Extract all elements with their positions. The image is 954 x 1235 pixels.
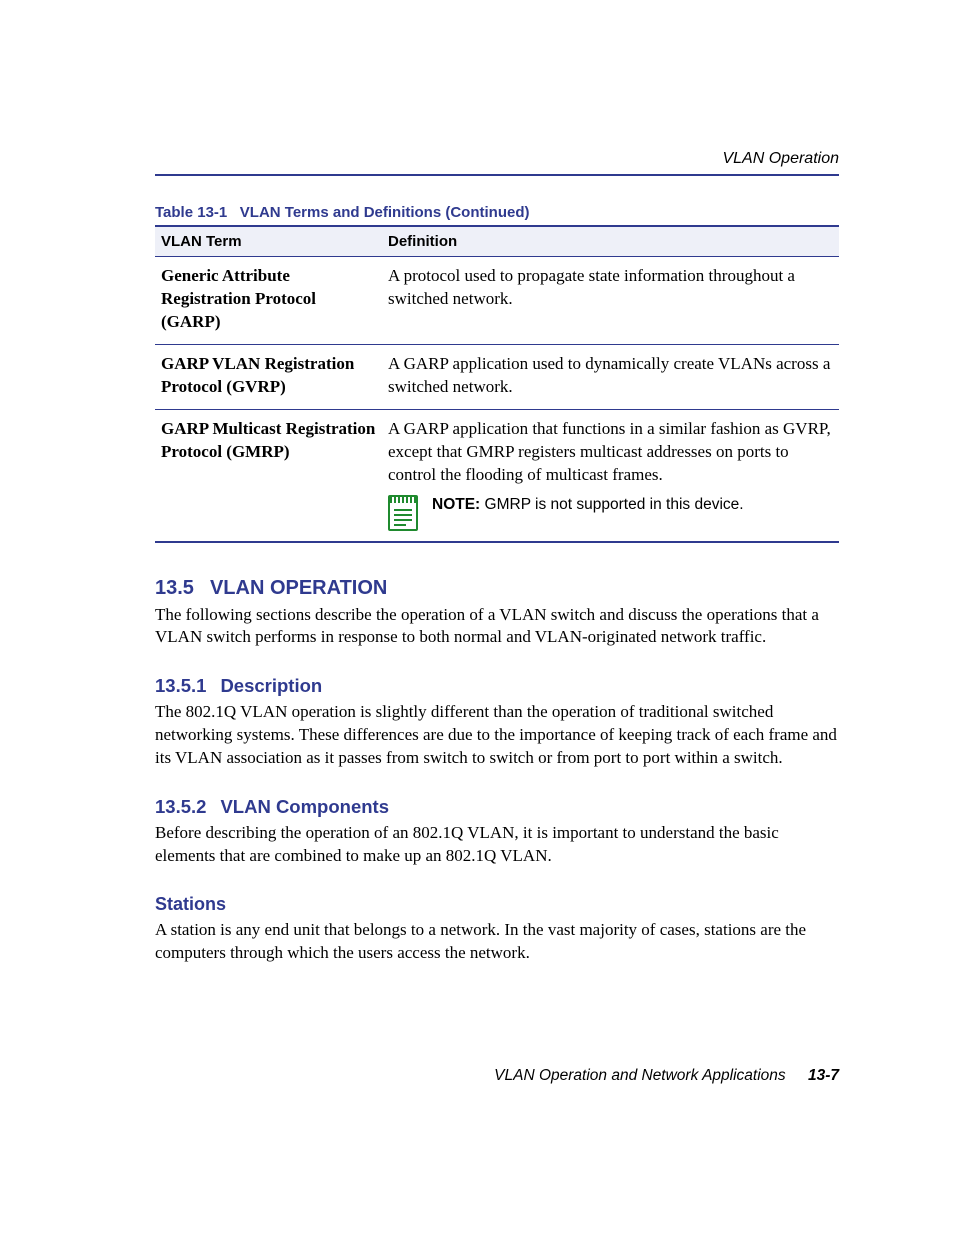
section-number: 13.5.1 — [155, 675, 206, 696]
header-rule — [155, 174, 839, 176]
section-title: VLAN Components — [220, 796, 389, 817]
note-body: GMRP is not supported in this device. — [485, 496, 744, 513]
section-heading-stations: Stations — [155, 894, 839, 915]
footer-text: VLAN Operation and Network Applications — [494, 1067, 786, 1084]
note-label: NOTE: — [432, 496, 480, 513]
table-row: Generic Attribute Registration Protocol … — [155, 257, 839, 345]
definition-cell: A GARP application used to dynamically c… — [382, 344, 839, 409]
section-para: A station is any end unit that belongs t… — [155, 919, 839, 965]
table-caption-title: VLAN Terms and Definitions (Continued) — [240, 204, 530, 221]
term-cell: GARP VLAN Registration Protocol (GVRP) — [155, 344, 382, 409]
term-cell: Generic Attribute Registration Protocol … — [155, 257, 382, 345]
page-number: 13-7 — [808, 1067, 839, 1084]
definition-cell: A GARP application that functions in a s… — [382, 409, 839, 541]
term-cell: GARP Multicast Registration Protocol (GM… — [155, 409, 382, 541]
col-header-definition: Definition — [382, 226, 839, 257]
running-head: VLAN Operation — [155, 150, 839, 168]
note-text: NOTE: GMRP is not supported in this devi… — [432, 495, 744, 516]
section-heading-13-5: 13.5 VLAN OPERATION — [155, 577, 839, 600]
table-caption-prefix: Table 13-1 — [155, 204, 227, 221]
note-icon — [388, 495, 418, 531]
table-row: GARP Multicast Registration Protocol (GM… — [155, 409, 839, 541]
definition-text: A GARP application that functions in a s… — [388, 419, 831, 484]
col-header-term: VLAN Term — [155, 226, 382, 257]
definition-cell: A protocol used to propagate state infor… — [382, 257, 839, 345]
page: VLAN Operation Table 13-1 VLAN Terms and… — [0, 0, 954, 1235]
section-heading-13-5-2: 13.5.2 VLAN Components — [155, 796, 839, 818]
section-number: 13.5 — [155, 577, 194, 599]
note-block: NOTE: GMRP is not supported in this devi… — [388, 495, 833, 531]
section-para: The 802.1Q VLAN operation is slightly di… — [155, 701, 839, 770]
section-number: 13.5.2 — [155, 796, 206, 817]
section-heading-13-5-1: 13.5.1 Description — [155, 675, 839, 697]
vlan-terms-table: VLAN Term Definition Generic Attribute R… — [155, 225, 839, 543]
section-para: Before describing the operation of an 80… — [155, 822, 839, 868]
table-caption: Table 13-1 VLAN Terms and Definitions (C… — [155, 204, 839, 221]
section-para: The following sections describe the oper… — [155, 604, 839, 650]
section-title: Description — [220, 675, 322, 696]
table-row: GARP VLAN Registration Protocol (GVRP) A… — [155, 344, 839, 409]
section-title: VLAN OPERATION — [210, 577, 387, 599]
table-header-row: VLAN Term Definition — [155, 226, 839, 257]
page-footer: VLAN Operation and Network Applications … — [494, 1067, 839, 1085]
